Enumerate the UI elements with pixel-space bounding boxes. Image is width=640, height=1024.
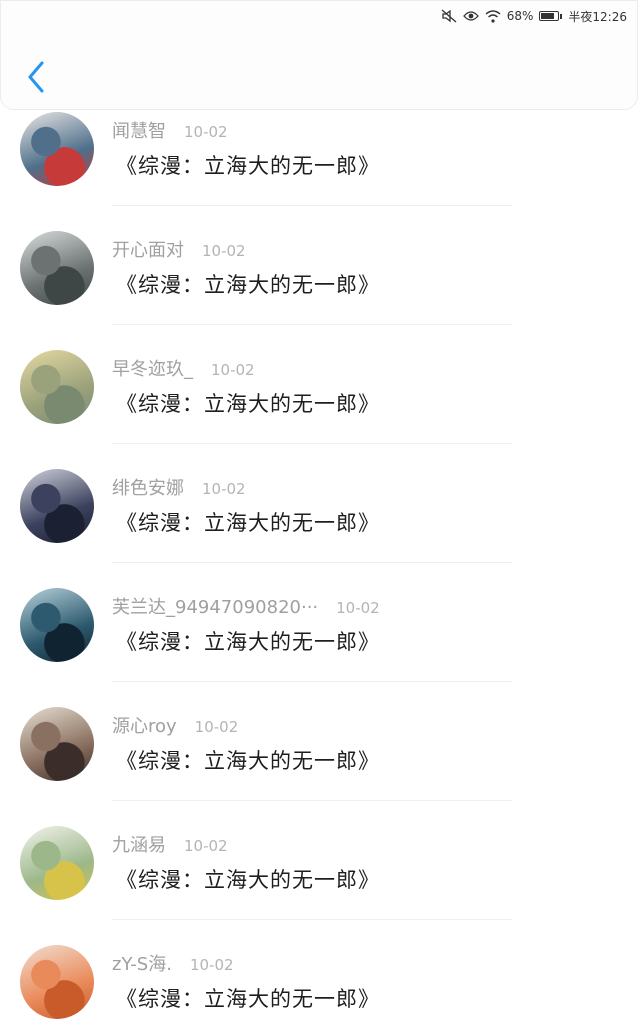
comment-text: 《综漫：立海大的无一郎》 <box>116 154 380 178</box>
top-bar: 68% 半夜12:26 <box>0 0 638 110</box>
status-bar: 68% 半夜12:26 <box>441 5 627 27</box>
comment-text: 《综漫：立海大的无一郎》 <box>116 273 380 297</box>
username[interactable]: 绯色安娜 <box>112 474 184 500</box>
comment-item[interactable]: 源心roy 10-02 《综漫：立海大的无一郎》 <box>0 704 640 823</box>
comment-meta: 绯色安娜 10-02 <box>112 474 246 500</box>
divider <box>112 205 512 206</box>
avatar[interactable] <box>20 350 94 424</box>
avatar[interactable] <box>20 945 94 1019</box>
avatar[interactable] <box>20 707 94 781</box>
comment-list-page: 68% 半夜12:26 闻慧智 10-02 《综漫：立海大的无一郎》 开心面对 10-0… <box>0 0 640 1024</box>
divider <box>112 919 512 920</box>
comment-item[interactable]: zY-S海. 10-02 《综漫：立海大的无一郎》 <box>0 942 640 1024</box>
comment-date: 10-02 <box>184 837 228 855</box>
avatar[interactable] <box>20 231 94 305</box>
comment-item[interactable]: 芙兰达_94947090820··· 10-02 《综漫：立海大的无一郎》 <box>0 585 640 704</box>
divider <box>112 443 512 444</box>
comment-text: 《综漫：立海大的无一郎》 <box>116 511 380 535</box>
username[interactable]: 早冬迩玖_ <box>112 355 193 381</box>
comment-meta: 早冬迩玖_ 10-02 <box>112 355 255 381</box>
username[interactable]: 九涵易 <box>112 831 166 857</box>
username[interactable]: 芙兰达_94947090820··· <box>112 593 318 619</box>
comment-list: 闻慧智 10-02 《综漫：立海大的无一郎》 开心面对 10-02 《综漫：立海大的无一郎… <box>0 109 640 1024</box>
avatar[interactable] <box>20 588 94 662</box>
comment-meta: 芙兰达_94947090820··· 10-02 <box>112 593 380 619</box>
username[interactable]: 源心roy <box>112 712 177 738</box>
comment-date: 10-02 <box>202 480 246 498</box>
comment-text: 《综漫：立海大的无一郎》 <box>116 987 380 1011</box>
battery-percent: 68% <box>506 9 534 23</box>
divider <box>112 562 512 563</box>
comment-date: 10-02 <box>189 956 234 974</box>
divider <box>112 324 512 325</box>
comment-item[interactable]: 绯色安娜 10-02 《综漫：立海大的无一郎》 <box>0 466 640 585</box>
battery-icon <box>539 11 563 21</box>
comment-item[interactable]: 早冬迩玖_ 10-02 《综漫：立海大的无一郎》 <box>0 347 640 466</box>
comment-date: 10-02 <box>184 123 228 141</box>
comment-text: 《综漫：立海大的无一郎》 <box>116 392 380 416</box>
eye-icon <box>462 10 479 22</box>
comment-date: 10-02 <box>194 718 239 736</box>
comment-date: 10-02 <box>211 361 255 379</box>
avatar[interactable] <box>20 826 94 900</box>
comment-date: 10-02 <box>202 242 246 260</box>
avatar[interactable] <box>20 112 94 186</box>
comment-meta: 九涵易 10-02 <box>112 831 228 857</box>
username[interactable]: zY-S海. <box>112 950 172 976</box>
chevron-left-icon <box>28 61 44 93</box>
avatar[interactable] <box>20 469 94 543</box>
comment-date: 10-02 <box>336 599 380 617</box>
comment-item[interactable]: 九涵易 10-02 《综漫：立海大的无一郎》 <box>0 823 640 942</box>
comment-meta: 开心面对 10-02 <box>112 236 246 262</box>
divider <box>112 681 512 682</box>
username[interactable]: 闻慧智 <box>112 117 166 143</box>
mute-icon <box>441 9 457 23</box>
divider <box>112 800 512 801</box>
comment-text: 《综漫：立海大的无一郎》 <box>116 749 380 773</box>
comment-meta: 源心roy 10-02 <box>112 712 238 738</box>
comment-text: 《综漫：立海大的无一郎》 <box>116 868 380 892</box>
back-button[interactable] <box>21 57 51 97</box>
comment-meta: zY-S海. 10-02 <box>112 950 234 976</box>
comment-item[interactable]: 闻慧智 10-02 《综漫：立海大的无一郎》 <box>0 109 640 228</box>
comment-item[interactable]: 开心面对 10-02 《综漫：立海大的无一郎》 <box>0 228 640 347</box>
comment-meta: 闻慧智 10-02 <box>112 117 228 143</box>
clock: 半夜12:26 <box>568 9 627 24</box>
comment-text: 《综漫：立海大的无一郎》 <box>116 630 380 654</box>
wifi-icon <box>485 9 501 23</box>
username[interactable]: 开心面对 <box>112 236 184 262</box>
